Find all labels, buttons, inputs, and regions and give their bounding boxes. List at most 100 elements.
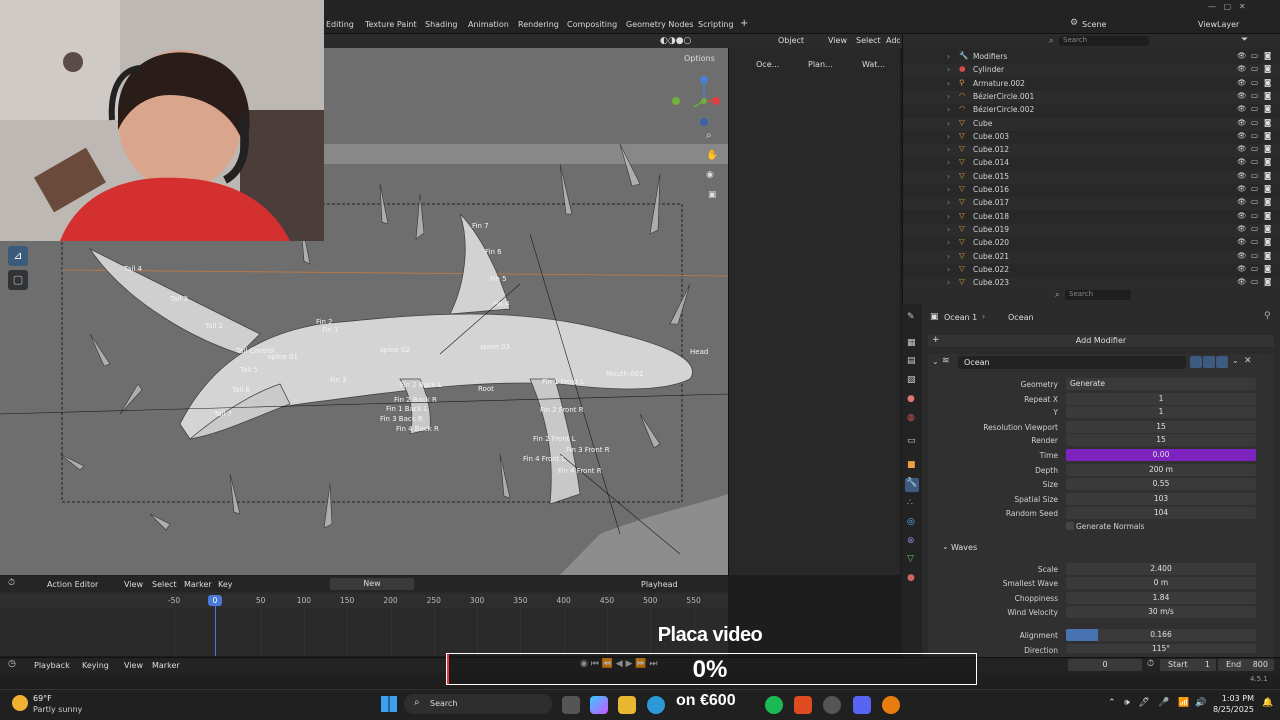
expand-icon[interactable]: › (947, 172, 950, 181)
property-field[interactable]: 15 (1066, 434, 1256, 446)
outliner-row[interactable]: › ◠ BézierCircle.002 👁 ▭ ◙ (903, 104, 1280, 117)
menu-select[interactable]: Select (152, 580, 177, 589)
outliner-row[interactable]: › ▽ Cube.012 👁 ▭ ◙ (903, 144, 1280, 158)
measure-tool-icon[interactable]: ⊿ (8, 246, 28, 266)
expand-icon[interactable]: › (947, 158, 950, 167)
copilot-icon[interactable] (590, 696, 608, 714)
property-field[interactable]: 200 m (1066, 464, 1256, 476)
tab-editing[interactable]: Editing (326, 20, 354, 29)
pan-icon[interactable]: ✋ (706, 150, 718, 161)
expand-icon[interactable]: › (947, 198, 950, 207)
camera-icon[interactable]: ◙ (1264, 224, 1271, 233)
property-field[interactable]: 1 (1066, 393, 1256, 405)
eye-icon[interactable]: 👁 (1237, 104, 1247, 113)
property-field[interactable]: Generate (1066, 378, 1256, 390)
weather-desc[interactable]: Partly sunny (33, 705, 82, 714)
end-frame-field[interactable]: End 800 (1218, 659, 1274, 671)
action-editor-mode[interactable]: Action Editor (47, 580, 98, 589)
eye-icon[interactable]: 👁 (1237, 171, 1247, 180)
tool-tab-icon[interactable]: ✎ (907, 312, 915, 322)
eye-icon[interactable]: 👁 (1237, 51, 1247, 60)
wave-property-field[interactable]: 2.400 (1066, 563, 1256, 575)
tab-texture-paint[interactable]: Texture Paint (365, 20, 417, 29)
outliner-row[interactable]: › ▽ Cube.017 👁 ▭ ◙ (903, 197, 1280, 211)
outliner-row[interactable]: › ▽ Cube.014 👁 ▭ ◙ (903, 157, 1280, 170)
camera-icon[interactable]: ◙ (1264, 51, 1271, 60)
clock-icon[interactable]: ◷ (8, 659, 16, 669)
new-action-button[interactable]: New (330, 578, 414, 590)
monitor-icon[interactable]: ▭ (1251, 64, 1258, 73)
shading-modes[interactable]: ◐◑●○ (660, 36, 691, 46)
camera-icon[interactable]: ◙ (1264, 131, 1271, 140)
outliner-row[interactable]: › ⚲ Armature.002 👁 ▭ ◙ (903, 78, 1280, 91)
monitor-icon[interactable]: ▭ (1251, 264, 1258, 273)
tab-rendering[interactable]: Rendering (518, 20, 559, 29)
chevron-down-icon[interactable]: ⌄ (942, 542, 949, 551)
outliner-row[interactable]: › ▽ Cube 👁 ▭ ◙ (903, 117, 1280, 131)
property-field[interactable]: 0.55 (1066, 478, 1256, 490)
eye-icon[interactable]: 👁 (1237, 64, 1247, 73)
clock-time[interactable]: 1:03 PM (1208, 694, 1254, 703)
monitor-icon[interactable]: ▭ (1251, 91, 1258, 100)
constraints-tab-icon[interactable]: ⊗ (907, 536, 915, 546)
monitor-icon[interactable]: ▭ (1251, 51, 1258, 60)
eye-icon[interactable]: 👁 (1237, 264, 1247, 273)
discord-icon[interactable] (853, 696, 871, 714)
eye-icon[interactable]: 👁 (1237, 184, 1247, 193)
property-field[interactable]: 103 (1066, 493, 1256, 505)
windows-start-icon[interactable] (381, 696, 397, 712)
spotify-icon[interactable] (765, 696, 783, 714)
mode-selector[interactable]: Object (778, 36, 804, 45)
camera-icon[interactable]: ◙ (1264, 251, 1271, 260)
show-in-editmode-icon[interactable] (1190, 356, 1202, 368)
taskbar-search[interactable]: ⌕ Search (404, 694, 552, 714)
menu-select[interactable]: Select (856, 36, 881, 45)
outliner-row[interactable]: › ▽ Cube.018 👁 ▭ ◙ (903, 211, 1280, 224)
start-frame-field[interactable]: Start 1 (1160, 659, 1216, 671)
frame-ruler[interactable] (0, 594, 728, 608)
pin-icon[interactable]: ⚲ (1264, 311, 1271, 321)
eye-icon[interactable]: 👁 (1237, 78, 1247, 87)
data-tab-icon[interactable]: ▽ (907, 554, 914, 564)
expand-icon[interactable]: › (947, 105, 950, 114)
show-viewport-icon[interactable] (1203, 356, 1215, 368)
render-tab-icon[interactable]: ▦ (907, 338, 916, 348)
outliner-row[interactable]: › ◠ BézierCircle.001 👁 ▭ ◙ (903, 90, 1280, 104)
tab-scripting[interactable]: Scripting (698, 20, 734, 29)
notification-icon[interactable]: 🔔 (1262, 698, 1273, 708)
lock-icon[interactable]: ▣ (708, 190, 717, 200)
camera-icon[interactable]: ◙ (1264, 157, 1271, 166)
expand-icon[interactable]: › (947, 212, 950, 221)
alignment-slider[interactable]: 0.166 (1066, 629, 1256, 641)
show-render-icon[interactable] (1216, 356, 1228, 368)
camera-icon[interactable]: ◙ (1264, 211, 1271, 220)
zoom-icon[interactable]: ⌕ (706, 130, 712, 141)
outliner-search-input[interactable]: Search (1059, 36, 1149, 46)
menu-view[interactable]: View (828, 36, 847, 45)
outliner-row[interactable]: › ▽ Cube.020 👁 ▭ ◙ (903, 237, 1280, 250)
property-field[interactable]: 104 (1066, 507, 1256, 519)
expand-icon[interactable]: › (947, 52, 950, 61)
camera-icon[interactable]: ◙ (1264, 197, 1271, 206)
eye-icon[interactable]: 👁 (1237, 91, 1247, 100)
camera-icon[interactable]: ◙ (1264, 171, 1271, 180)
view-layer-selector[interactable]: ViewLayer (1198, 20, 1239, 29)
eye-icon[interactable]: 👁 (1237, 224, 1247, 233)
monitor-icon[interactable]: ▭ (1251, 144, 1258, 153)
menu-view[interactable]: View (124, 661, 143, 670)
eye-icon[interactable]: 👁 (1237, 197, 1247, 206)
camera-icon[interactable]: ◙ (1264, 144, 1271, 153)
eye-icon[interactable]: 👁 (1237, 211, 1247, 220)
playhead-frame[interactable]: 0 (208, 595, 222, 606)
menu-key[interactable]: Key (218, 580, 233, 589)
outliner-row[interactable]: › ▽ Cube.021 👁 ▭ ◙ (903, 250, 1280, 264)
monitor-icon[interactable]: ▭ (1251, 237, 1258, 246)
camera-icon[interactable]: ◙ (1264, 277, 1271, 286)
breadcrumb-item[interactable]: Plan... (808, 60, 833, 69)
camera-icon[interactable]: ◙ (1264, 237, 1271, 246)
waves-section-label[interactable]: Waves (951, 543, 977, 552)
breadcrumb-item[interactable]: Oce... (756, 60, 779, 69)
menu-view[interactable]: View (124, 580, 143, 589)
current-frame-field[interactable]: 0 (1068, 659, 1142, 671)
properties-search-input[interactable]: Search (1065, 290, 1131, 300)
